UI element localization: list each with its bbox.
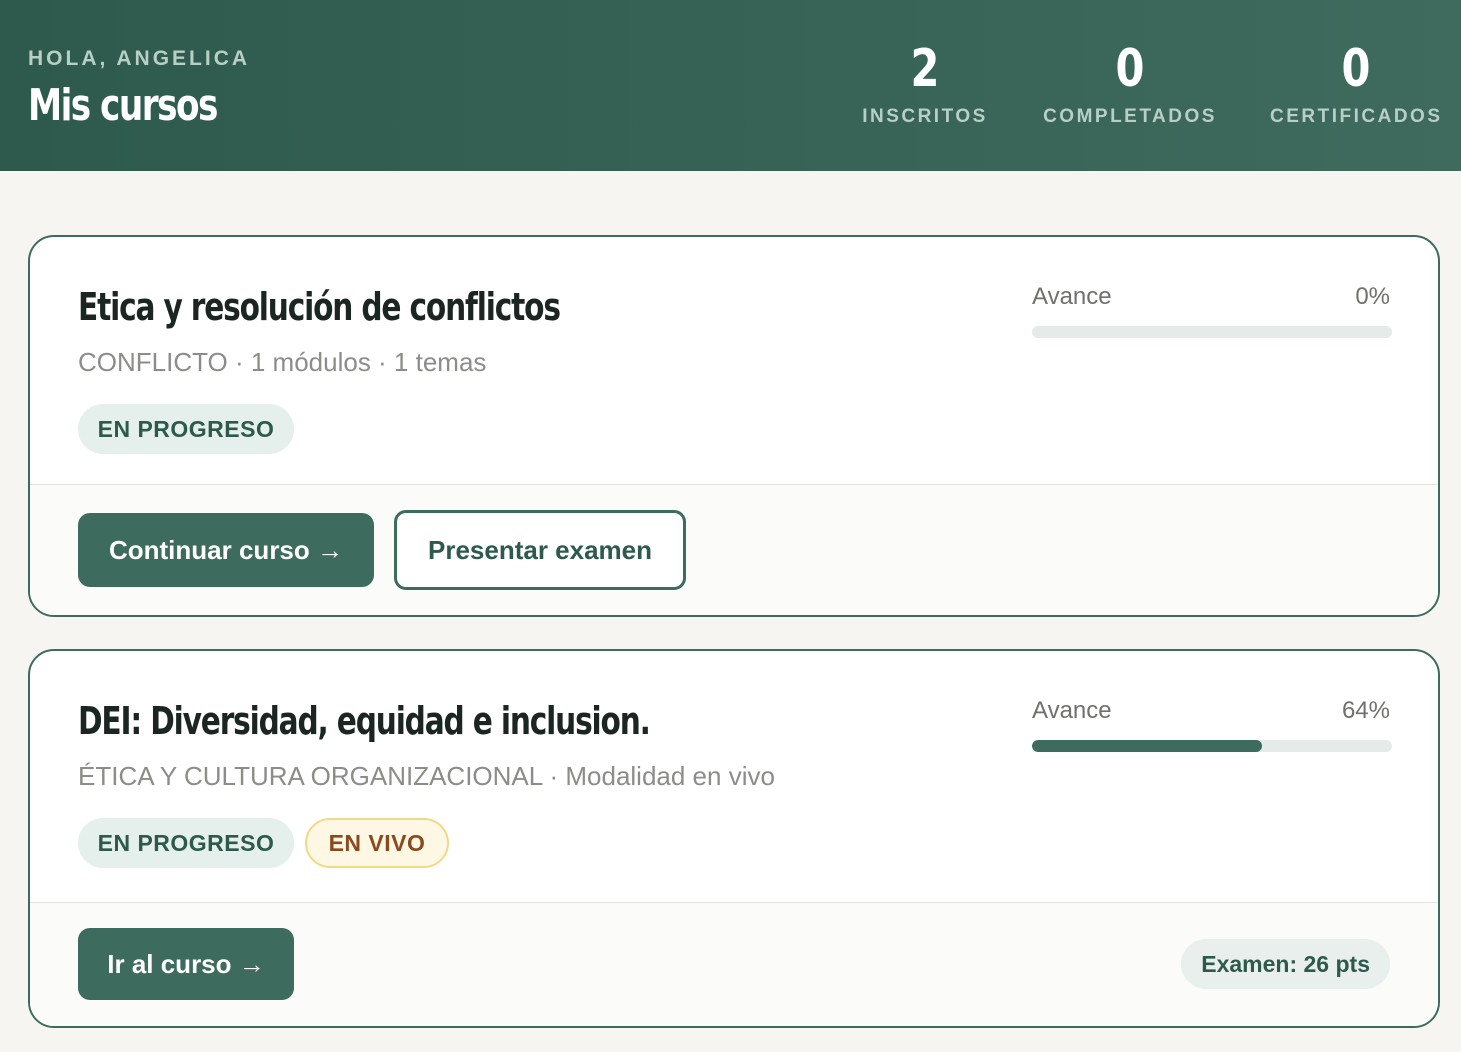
progress-percent: 64% xyxy=(1341,697,1390,724)
course-title: DEI: Diversidad, equidad e inclusion. xyxy=(78,699,651,743)
progress-percent: 0% xyxy=(1355,283,1390,310)
stat-certificates-value: 0 xyxy=(1341,39,1371,99)
page-header: HOLA, ANGELICA Mis cursos 2 INSCRITOS 0 … xyxy=(0,0,1461,171)
course-card: Etica y resolución de conflictos CONFLIC… xyxy=(28,235,1440,617)
stat-completed-value: 0 xyxy=(1115,39,1145,99)
progress-bar xyxy=(1032,326,1392,338)
progress-bar xyxy=(1032,740,1392,752)
page-title: Mis cursos xyxy=(28,80,218,131)
progress-label: Avance xyxy=(1032,697,1112,724)
card-actions: Ir al curso → Examen: 26 pts xyxy=(30,902,1438,1026)
exam-score-badge: Examen: 26 pts xyxy=(1181,939,1390,989)
stat-enrolled-value: 2 xyxy=(910,39,940,99)
status-badge-in-progress: EN PROGRESO xyxy=(78,818,294,868)
stat-certificates: 0 CERTIFICADOS xyxy=(1270,38,1442,128)
course-title: Etica y resolución de conflictos xyxy=(78,285,561,329)
go-to-course-button[interactable]: Ir al curso → xyxy=(78,928,294,1000)
card-actions: Continuar curso → Presentar examen xyxy=(30,484,1438,615)
continue-course-button[interactable]: Continuar curso → xyxy=(78,513,374,587)
status-badge-in-progress: EN PROGRESO xyxy=(78,404,294,454)
course-card: DEI: Diversidad, equidad e inclusion. ÉT… xyxy=(28,649,1440,1028)
progress-bar-fill xyxy=(1032,740,1263,752)
course-meta: CONFLICTO · 1 módulos · 1 temas xyxy=(78,347,487,377)
stat-enrolled-label: INSCRITOS xyxy=(862,106,988,127)
stat-completed-label: COMPLETADOS xyxy=(1043,106,1217,127)
stat-completed: 0 COMPLETADOS xyxy=(1042,38,1218,128)
stat-enrolled: 2 INSCRITOS xyxy=(862,38,988,128)
take-exam-button[interactable]: Presentar examen xyxy=(394,510,686,590)
stat-certificates-label: CERTIFICADOS xyxy=(1270,106,1443,127)
status-badge-live: EN VIVO xyxy=(305,818,449,868)
course-meta: ÉTICA Y CULTURA ORGANIZACIONAL · Modalid… xyxy=(78,761,775,791)
progress-label: Avance xyxy=(1032,283,1112,310)
greeting: HOLA, ANGELICA xyxy=(28,47,251,70)
